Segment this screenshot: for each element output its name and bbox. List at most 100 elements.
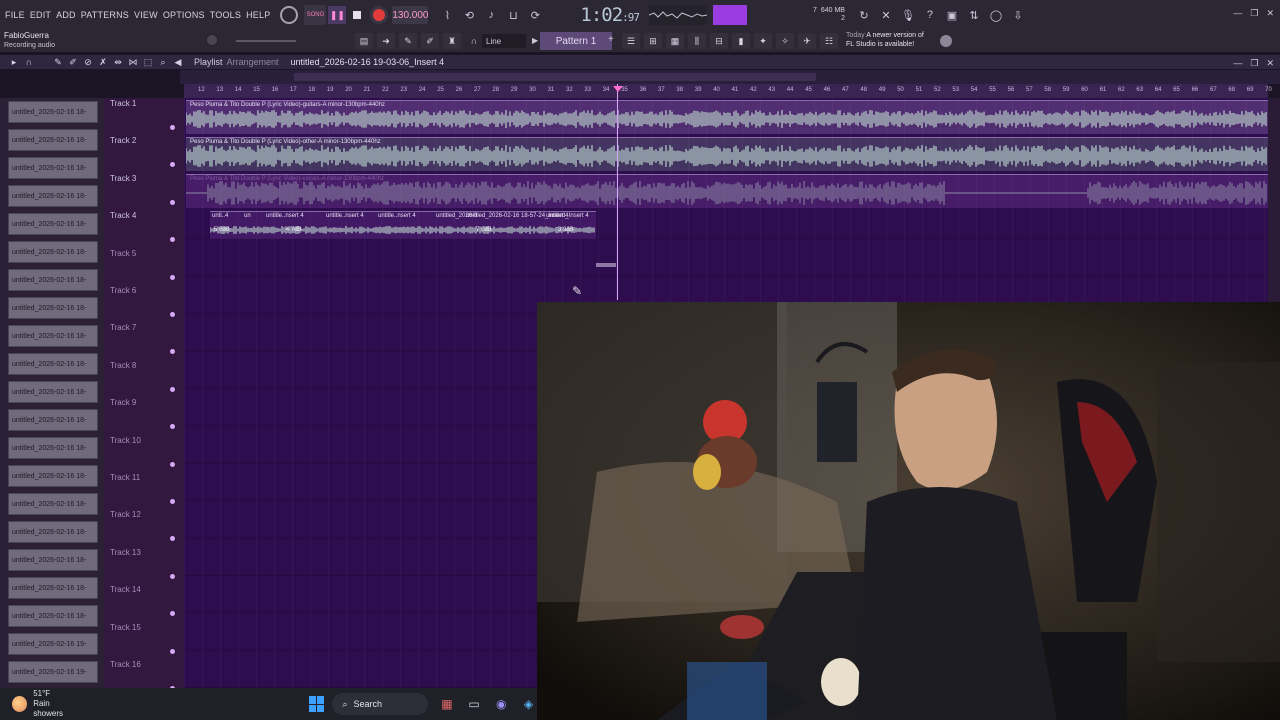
track-mute-led[interactable]: [170, 461, 175, 467]
picker-clip-item[interactable]: untitled_2026-02-16 18-: [8, 353, 98, 375]
track-mute-led[interactable]: [170, 125, 175, 130]
mixer-icon[interactable]: ⇅: [965, 6, 983, 24]
picker-clip-item[interactable]: untitled_2026-02-16 19-: [8, 633, 98, 655]
snap-mode-select[interactable]: Line: [482, 34, 526, 48]
track-label[interactable]: Track 2: [110, 136, 136, 145]
pencil-tool-icon[interactable]: ✎: [52, 57, 64, 68]
menu-tools[interactable]: TOOLS: [210, 10, 241, 20]
pianoroll-icon[interactable]: ⊞: [644, 33, 662, 49]
step-icon[interactable]: ♪: [482, 6, 500, 24]
audio-clip-guitars[interactable]: Peso Pluma & Tito Double P (Lyric Video)…: [186, 100, 1268, 134]
playlist-close-icon[interactable]: ✕: [1266, 58, 1274, 69]
news-settings-icon[interactable]: [940, 35, 952, 47]
pattern-add-icon[interactable]: +: [608, 34, 614, 45]
playlist-maximize-icon[interactable]: ❐: [1250, 58, 1258, 69]
cpu-icon[interactable]: ✕: [877, 6, 895, 24]
mini-clip[interactable]: [596, 263, 616, 267]
zoom-tool-icon[interactable]: ⌕: [157, 57, 169, 68]
pattern-prev-icon[interactable]: ▶: [532, 36, 538, 45]
picker-clip-item[interactable]: untitled_2026-02-16 18-: [8, 213, 98, 235]
track-label[interactable]: Track 9: [110, 398, 136, 407]
horizontal-scrollbar[interactable]: [180, 70, 1280, 84]
playback-tool-icon[interactable]: ◀: [172, 57, 184, 68]
blend-icon[interactable]: ⊔: [504, 6, 522, 24]
audio-clip-vocals[interactable]: Peso Pluma & Tito Double P (Lyric Video)…: [186, 174, 1268, 208]
track-mute-led[interactable]: [170, 499, 175, 504]
track-mute-led[interactable]: [170, 573, 175, 579]
master-pitch-slider[interactable]: [236, 40, 296, 42]
track-mute-led[interactable]: [170, 312, 175, 317]
menu-help[interactable]: HELP: [246, 10, 270, 20]
playhead[interactable]: [617, 84, 618, 300]
track-mute-led[interactable]: [170, 199, 175, 205]
piano-icon[interactable]: ▤: [355, 33, 373, 49]
copilot-icon[interactable]: ◈: [520, 696, 537, 712]
stop-button[interactable]: [348, 6, 366, 24]
mixer-window-icon[interactable]: ⫼: [688, 33, 706, 49]
picker-clip-item[interactable]: untitled_2026-02-16 18-: [8, 521, 98, 543]
track-label[interactable]: Track 5: [110, 249, 136, 258]
scroll-thumb[interactable]: [294, 73, 816, 81]
track-mute-led[interactable]: [170, 386, 175, 392]
picker-clip-item[interactable]: untitled_2026-02-16 18-: [8, 409, 98, 431]
picker-clip-item[interactable]: untitled_2026-02-16 18-: [8, 185, 98, 207]
master-volume-knob[interactable]: [205, 33, 219, 47]
pattern-selector[interactable]: Pattern 1: [540, 32, 612, 50]
browser-icon[interactable]: ⊟: [710, 33, 728, 49]
picker-clip-item[interactable]: untitled_2026-02-16 18-: [8, 241, 98, 263]
pause-button[interactable]: ❚❚: [328, 6, 347, 24]
picker-clip-item[interactable]: untitled_2026-02-16 18-: [8, 297, 98, 319]
track-label[interactable]: Track 1: [110, 99, 136, 108]
flag-icon[interactable]: ▦: [438, 696, 455, 712]
picker-clip-item[interactable]: untitled_2026-02-16 18-: [8, 605, 98, 627]
track-mute-led[interactable]: [170, 274, 175, 280]
windows-start-icon[interactable]: [309, 696, 325, 712]
slip-tool-icon[interactable]: ⇹: [112, 57, 124, 68]
menu-options[interactable]: OPTIONS: [163, 10, 205, 20]
task-view-icon[interactable]: ▭: [466, 696, 483, 712]
menu-add[interactable]: ADD: [56, 10, 76, 20]
delete-tool-icon[interactable]: ⊘: [82, 57, 94, 68]
track-label[interactable]: Track 6: [110, 286, 136, 295]
minimize-icon[interactable]: —: [1233, 8, 1242, 19]
magnet-icon[interactable]: ∩: [465, 33, 483, 49]
maximize-icon[interactable]: ❐: [1250, 8, 1258, 19]
mic-icon[interactable]: 🎙: [899, 6, 917, 24]
audio-clip-insert4[interactable]: unti..4 un untitle..nsert 4 untitle..nsert …: [210, 211, 596, 239]
track-label[interactable]: Track 4: [110, 211, 136, 220]
picker-clip-item[interactable]: untitled_2026-02-16 18-: [8, 269, 98, 291]
paint-icon[interactable]: ✐: [421, 33, 439, 49]
wave-icon[interactable]: ⌇: [438, 6, 456, 24]
picker-clip-item[interactable]: untitled_2026-02-16 18-: [8, 129, 98, 151]
file-icon[interactable]: ▮: [732, 33, 750, 49]
picker-clip-item[interactable]: untitled_2026-02-16 18-: [8, 101, 98, 123]
pattern-song-toggle[interactable]: SONG: [304, 5, 327, 25]
picker-clip-item[interactable]: untitled_2026-02-16 18-: [8, 325, 98, 347]
refresh-icon[interactable]: ↻: [855, 6, 873, 24]
teams-icon[interactable]: ◉: [493, 696, 510, 712]
track-label[interactable]: Track 16: [110, 660, 141, 669]
picker-clip-item[interactable]: untitled_2026-02-16 18-: [8, 381, 98, 403]
timeline-ruler[interactable]: 12 13 14 15 16 17 18 19 20 21 22 23 24 25 26 27 28 29 30 31…: [184, 84, 1272, 98]
picker-clip-item[interactable]: untitled_2026-02-16 18-: [8, 493, 98, 515]
weather-widget[interactable]: 51°F Rain showers: [12, 689, 79, 719]
help-icon[interactable]: ?: [921, 6, 939, 24]
menu-view[interactable]: VIEW: [134, 10, 158, 20]
picker-clip-item[interactable]: untitled_2026-02-16 18-: [8, 549, 98, 571]
menu-edit[interactable]: EDIT: [30, 10, 51, 20]
loop-icon[interactable]: ⟲: [460, 6, 478, 24]
playlist-icon[interactable]: ☰: [622, 33, 640, 49]
picker-clip-item[interactable]: untitled_2026-02-16 19-: [8, 661, 98, 683]
brush-tool-icon[interactable]: ✐: [67, 57, 79, 68]
playlist-menu-icon[interactable]: ▸: [8, 57, 20, 68]
track-label[interactable]: Track 11: [110, 473, 140, 482]
picker-clip-item[interactable]: untitled_2026-02-16 18-: [8, 465, 98, 487]
track-label[interactable]: Track 8: [110, 361, 136, 370]
menu-patterns[interactable]: PATTERNS: [81, 10, 129, 20]
track-label[interactable]: Track 15: [110, 623, 141, 632]
close-icon[interactable]: ✕: [1266, 8, 1274, 19]
track-label[interactable]: Track 12: [110, 510, 141, 519]
channel-rack-icon[interactable]: ▦: [666, 33, 684, 49]
magnet-snap-icon[interactable]: ∩: [23, 57, 35, 68]
track-label[interactable]: Track 13: [110, 548, 141, 557]
